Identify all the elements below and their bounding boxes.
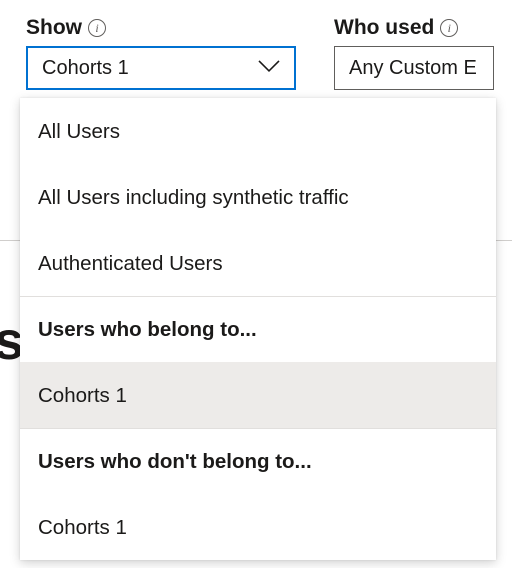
show-dropdown-value: Cohorts 1: [42, 57, 129, 80]
dropdown-item-label: All Users: [38, 120, 120, 144]
dropdown-item-label: Cohorts 1: [38, 384, 127, 408]
chevron-down-icon: [258, 60, 280, 74]
filter-group-show: Show Cohorts 1 All Users All Users inclu…: [26, 16, 296, 90]
who-used-label: Who used: [334, 16, 434, 40]
who-used-dropdown-value: Any Custom E: [349, 57, 477, 80]
dropdown-item-authenticated-users[interactable]: Authenticated Users: [20, 230, 496, 296]
dropdown-item-label: All Users including synthetic traffic: [38, 186, 349, 210]
who-used-dropdown-button[interactable]: Any Custom E: [334, 46, 494, 90]
filter-label-row-who-used: Who used: [334, 16, 494, 40]
show-dropdown: Cohorts 1 All Users All Users including …: [26, 46, 296, 90]
info-icon[interactable]: [440, 19, 458, 37]
dropdown-item-all-users-synthetic[interactable]: All Users including synthetic traffic: [20, 164, 496, 230]
info-icon[interactable]: [88, 19, 106, 37]
dropdown-item-cohorts-1-belong[interactable]: Cohorts 1: [20, 362, 496, 428]
dropdown-item-cohorts-1-not[interactable]: Cohorts 1: [20, 494, 496, 560]
filters-row: Show Cohorts 1 All Users All Users inclu…: [26, 16, 486, 90]
filter-group-who-used: Who used Any Custom E: [334, 16, 494, 90]
filter-label-row-show: Show: [26, 16, 296, 40]
dropdown-item-label: Authenticated Users: [38, 252, 223, 276]
show-dropdown-button[interactable]: Cohorts 1: [26, 46, 296, 90]
dropdown-item-label: Cohorts 1: [38, 516, 127, 540]
show-dropdown-list: All Users All Users including synthetic …: [20, 98, 496, 560]
show-label: Show: [26, 16, 82, 40]
dropdown-heading-not-belong: Users who don't belong to...: [20, 428, 496, 494]
dropdown-item-label: Users who belong to...: [38, 318, 257, 342]
dropdown-item-label: Users who don't belong to...: [38, 450, 312, 474]
dropdown-item-all-users[interactable]: All Users: [20, 98, 496, 164]
dropdown-heading-belong: Users who belong to...: [20, 296, 496, 362]
